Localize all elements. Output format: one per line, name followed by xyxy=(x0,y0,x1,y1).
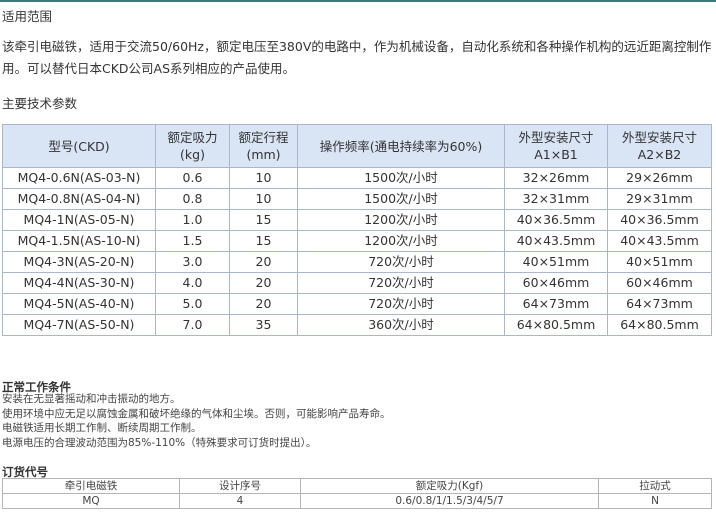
order-value-design-no: 4 xyxy=(179,493,301,509)
cell-size-a1b1: 40×51mm xyxy=(504,251,608,273)
cell-frequency: 1500次/小时 xyxy=(297,188,505,210)
ordering-value-row: MQ 4 0.6/0.8/1/1.5/3/4/5/7 N xyxy=(2,493,712,509)
col-header-size-a1b1: 外型安装尺寸 A1×B1 xyxy=(504,124,608,168)
cell-stroke: 20 xyxy=(229,272,298,294)
spec-header-row: 型号(CKD) 额定吸力 (kg) 额定行程 (mm) 操作频率(通电持续率为60%… xyxy=(2,124,712,168)
cell-frequency: 360次/小时 xyxy=(297,314,505,336)
condition-line: 电磁铁适用长期工作制、断续周期工作制。 xyxy=(2,422,202,434)
cell-model: MQ4-0.6N(AS-03-N) xyxy=(2,167,156,189)
cell-model: MQ4-5N(AS-40-N) xyxy=(2,293,156,315)
cell-force: 3.0 xyxy=(155,251,230,273)
table-row: MQ4-5N(AS-40-N) 5.0 20 720次/小时 64×73mm 6… xyxy=(2,293,712,315)
table-row: MQ4-1N(AS-05-N) 1.0 15 1200次/小时 40×36.5m… xyxy=(2,209,712,231)
cell-size-a2b2: 64×73mm xyxy=(607,293,712,315)
cell-frequency: 1200次/小时 xyxy=(297,209,505,231)
scope-intro: 该牵引电磁铁，适用于交流50/60Hz，额定电压至380V的电路中，作为机械设备… xyxy=(2,39,712,76)
ordering-header-row: 牵引电磁铁 设计序号 额定吸力(Kgf) 拉动式 xyxy=(2,478,712,494)
cell-size-a1b1: 64×73mm xyxy=(504,293,608,315)
col-header-model: 型号(CKD) xyxy=(2,124,156,168)
table-row: MQ4-4N(AS-30-N) 4.0 20 720次/小时 60×46mm 6… xyxy=(2,272,712,294)
cell-force: 4.0 xyxy=(155,272,230,294)
scope-heading: 适用范围 xyxy=(2,9,53,24)
cell-model: MQ4-7N(AS-50-N) xyxy=(2,314,156,336)
order-header-pull-type: 拉动式 xyxy=(598,478,712,494)
order-value-pull-type: N xyxy=(598,493,712,509)
cell-size-a1b1: 32×31mm xyxy=(504,188,608,210)
cell-stroke: 15 xyxy=(229,209,298,231)
cell-model: MQ4-1.5N(AS-10-N) xyxy=(2,230,156,252)
cell-stroke: 20 xyxy=(229,251,298,273)
params-heading: 主要技术参数 xyxy=(2,96,78,111)
order-header-design-no: 设计序号 xyxy=(179,478,301,494)
order-value-magnet: MQ xyxy=(2,493,180,509)
order-header-magnet: 牵引电磁铁 xyxy=(2,478,180,494)
col-header-force: 额定吸力 (kg) xyxy=(155,124,230,168)
cell-stroke: 10 xyxy=(229,167,298,189)
spec-table: 型号(CKD) 额定吸力 (kg) 额定行程 (mm) 操作频率(通电持续率为60%… xyxy=(2,124,712,336)
cell-stroke: 20 xyxy=(229,293,298,315)
cell-size-a1b1: 60×46mm xyxy=(504,272,608,294)
table-row: MQ4-7N(AS-50-N) 7.0 35 360次/小时 64×80.5mm… xyxy=(2,314,712,336)
cell-model: MQ4-4N(AS-30-N) xyxy=(2,272,156,294)
order-header-force: 额定吸力(Kgf) xyxy=(300,478,599,494)
col-header-size-a2b2: 外型安装尺寸 A2×B2 xyxy=(607,124,712,168)
condition-line: 电源电压的合理波动范围为85%-110%（特殊要求可订货时提出）。 xyxy=(2,436,317,449)
ordering-table: 牵引电磁铁 设计序号 额定吸力(Kgf) 拉动式 MQ 4 0.6/0.8/1/… xyxy=(2,478,712,509)
cell-frequency: 1500次/小时 xyxy=(297,167,505,189)
cell-force: 0.8 xyxy=(155,188,230,210)
cell-size-a2b2: 60×46mm xyxy=(607,272,712,294)
cell-size-a2b2: 40×36.5mm xyxy=(607,209,712,231)
cell-force: 1.0 xyxy=(155,209,230,231)
cell-frequency: 720次/小时 xyxy=(297,272,505,294)
condition-line: 使用环境中应无足以腐蚀金属和破坏绝缘的气体和尘埃。否则，可能影响产品寿命。 xyxy=(2,407,391,420)
cell-size-a1b1: 40×43.5mm xyxy=(504,230,608,252)
top-divider xyxy=(0,0,716,2)
cell-force: 1.5 xyxy=(155,230,230,252)
col-header-frequency: 操作频率(通电持续率为60%) xyxy=(297,124,505,168)
cell-size-a1b1: 64×80.5mm xyxy=(504,314,608,336)
cell-stroke: 15 xyxy=(229,230,298,252)
cell-frequency: 1200次/小时 xyxy=(297,230,505,252)
cell-stroke: 10 xyxy=(229,188,298,210)
cell-model: MQ4-3N(AS-20-N) xyxy=(2,251,156,273)
cell-force: 7.0 xyxy=(155,314,230,336)
col-header-stroke: 额定行程 (mm) xyxy=(229,124,298,168)
cell-size-a2b2: 40×51mm xyxy=(607,251,712,273)
condition-line: 安装在无显著摇动和冲击振动的地方。 xyxy=(2,393,181,405)
cell-model: MQ4-0.8N(AS-04-N) xyxy=(2,188,156,210)
cell-size-a1b1: 32×26mm xyxy=(504,167,608,189)
cell-stroke: 35 xyxy=(229,314,298,336)
cell-frequency: 720次/小时 xyxy=(297,293,505,315)
table-row: MQ4-1.5N(AS-10-N) 1.5 15 1200次/小时 40×43.… xyxy=(2,230,712,252)
cell-model: MQ4-1N(AS-05-N) xyxy=(2,209,156,231)
order-value-force: 0.6/0.8/1/1.5/3/4/5/7 xyxy=(300,493,599,509)
cell-size-a2b2: 29×26mm xyxy=(607,167,712,189)
table-row: MQ4-0.8N(AS-04-N) 0.8 10 1500次/小时 32×31m… xyxy=(2,188,712,210)
cell-force: 0.6 xyxy=(155,167,230,189)
cell-size-a2b2: 40×43.5mm xyxy=(607,230,712,252)
cell-size-a1b1: 40×36.5mm xyxy=(504,209,608,231)
table-row: MQ4-0.6N(AS-03-N) 0.6 10 1500次/小时 32×26m… xyxy=(2,167,712,189)
cell-size-a2b2: 64×80.5mm xyxy=(607,314,712,336)
conditions-list: 安装在无显著摇动和冲击振动的地方。 使用环境中应无足以腐蚀金属和破坏绝缘的气体和… xyxy=(2,392,391,450)
table-row: MQ4-3N(AS-20-N) 3.0 20 720次/小时 40×51mm 4… xyxy=(2,251,712,273)
cell-size-a2b2: 29×31mm xyxy=(607,188,712,210)
cell-force: 5.0 xyxy=(155,293,230,315)
cell-frequency: 720次/小时 xyxy=(297,251,505,273)
